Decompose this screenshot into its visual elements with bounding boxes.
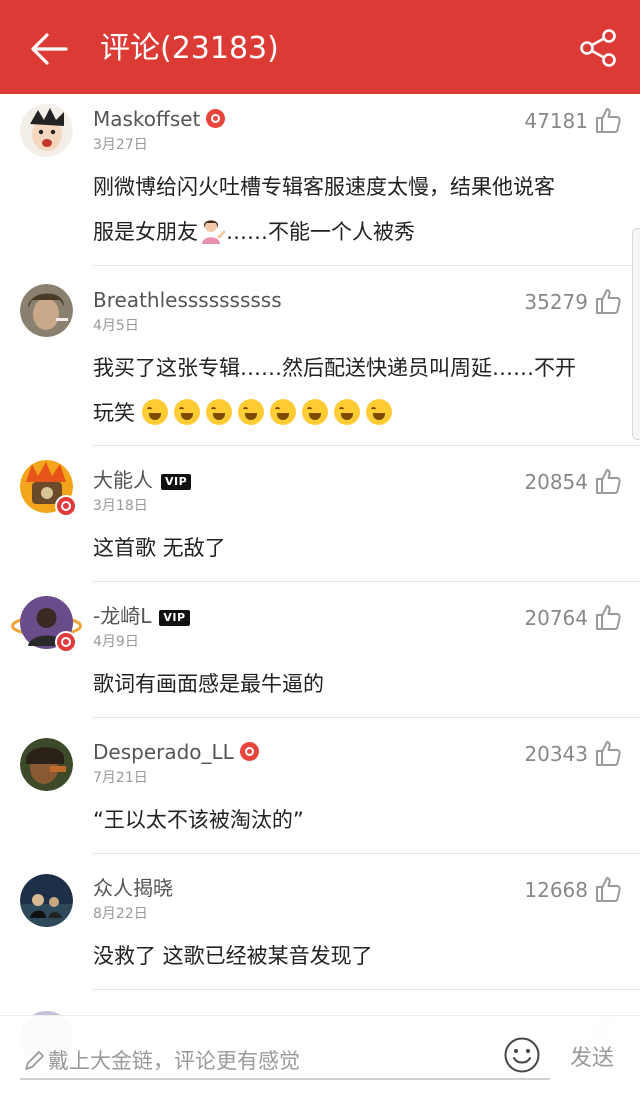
laughing-crying-emoji-icon [173,399,200,425]
username[interactable]: -龙崎L VIP [93,604,190,628]
avatar[interactable] [11,596,82,653]
thumbs-up-icon[interactable] [594,603,622,631]
username[interactable]: Breathlessssssssss [93,288,282,312]
username[interactable]: Maskoffset [93,107,226,131]
comment-text: 这首歌 无敌了 [93,536,226,560]
verified-badge-icon [206,109,226,128]
username[interactable]: 众人揭晓 [93,876,173,900]
comment-date: 3月27日 [93,137,148,153]
vip-badge: VIP [159,610,190,626]
avatar[interactable] [20,874,73,927]
laughing-crying-emoji-icon [269,399,296,425]
page-title: 评论(23183) [100,31,279,66]
comment-date: 4月5日 [93,318,139,334]
comment-date: 8月22日 [93,906,148,922]
comment-item: -龙崎L VIP 4月9日 20764 歌词有画面感是最牛逼的 [0,582,640,718]
like-count: 47181 [524,109,588,133]
thumbs-up-icon[interactable] [594,287,622,315]
music-badge-icon [55,631,77,653]
comment-item: 大能人 VIP 3月18日 20854 这首歌 无敌了 [0,446,640,582]
music-badge-icon [55,495,77,517]
comment-item: 众人揭晓 8月22日 12668 没救了 这歌已经被某音发现了 [0,854,640,990]
comment-list: Maskoffset 3月27日 47181 刚微博给闪火吐槽专辑客服速度太慢，… [0,94,640,990]
comment-date: 3月18日 [93,498,148,514]
divider [93,989,640,990]
avatar[interactable] [20,460,77,517]
comment-item: Maskoffset 3月27日 47181 刚微博给闪火吐槽专辑客服速度太慢，… [0,94,640,266]
like-count: 20764 [524,606,588,630]
input-underline [20,1078,550,1080]
comment-text: 没救了 这歌已经被某音发现了 [93,944,373,968]
title-bar: 评论(23183) [0,0,640,94]
thumbs-up-icon[interactable] [594,106,622,134]
avatar[interactable] [20,738,73,791]
comment-input-bar: 发送 [0,1015,640,1097]
like-count: 20854 [524,470,588,494]
comment-date: 4月9日 [93,634,139,650]
like-count: 20343 [524,742,588,766]
username[interactable]: Desperado_LL [93,740,259,764]
laughing-crying-emoji-icon [333,399,360,425]
send-button[interactable]: 发送 [570,1044,614,1074]
comment-item: Desperado_LL 7月21日 20343 “王以太不该被淘汰的” [0,718,640,854]
avatar[interactable] [20,104,73,157]
comment-text: 我买了这张专辑……然后配送快递员叫周延……不开 玩笑 [93,356,576,425]
avatar[interactable] [20,284,73,337]
laughing-crying-emoji-icon [301,399,328,425]
laughing-crying-emoji-icon [365,399,392,425]
smiley-icon[interactable] [503,1036,541,1074]
comment-date: 7月21日 [93,770,148,786]
comment-input[interactable] [48,1046,508,1076]
vip-badge: VIP [161,474,192,490]
back-arrow-icon[interactable] [28,28,70,70]
comment-item: Breathlessssssssss 4月5日 35279 我买了这张专辑……然… [0,266,640,446]
laughing-crying-emoji-icon [141,399,168,425]
laughing-crying-emoji-icon [205,399,232,425]
comment-text: 歌词有画面感是最牛逼的 [93,672,324,696]
share-icon[interactable] [578,28,618,68]
comment-text: 刚微博给闪火吐槽专辑客服速度太慢，结果他说客 服是女朋友 ……不能一个人被秀 [93,175,555,244]
thumbs-up-icon[interactable] [594,739,622,767]
verified-badge-icon [239,742,259,761]
person-tipping-hand-emoji-icon [202,220,226,244]
scroll-handle[interactable] [632,228,640,440]
like-count: 35279 [524,290,588,314]
laughing-crying-emoji-icon [237,399,264,425]
thumbs-up-icon[interactable] [594,875,622,903]
thumbs-up-icon[interactable] [594,467,622,495]
like-count: 12668 [524,878,588,902]
pencil-icon [25,1051,44,1070]
comment-text: “王以太不该被淘汰的” [93,808,304,832]
username[interactable]: 大能人 VIP [93,468,192,492]
